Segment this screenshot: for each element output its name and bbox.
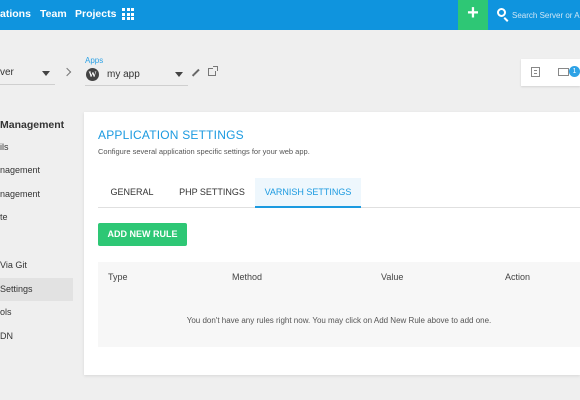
apps-label: Apps	[85, 56, 104, 65]
tab-varnish-settings[interactable]: VARNISH SETTINGS	[255, 178, 361, 208]
top-navbar: ations Team Projects +	[0, 0, 580, 30]
column-header-value: Value	[381, 272, 404, 282]
tab-php-settings[interactable]: PHP SETTINGS	[172, 178, 252, 208]
wordpress-icon: W	[86, 68, 99, 81]
app-select[interactable]: W my app	[85, 66, 188, 86]
chevron-down-icon	[42, 71, 50, 76]
page-subtitle: Configure several application specific s…	[98, 147, 310, 156]
apps-grid-icon[interactable]	[122, 8, 134, 20]
column-header-type: Type	[108, 272, 128, 282]
sidebar-item-details[interactable]: ils	[0, 136, 73, 159]
server-select-value: ver	[0, 67, 14, 78]
server-select[interactable]: ver	[0, 63, 55, 85]
column-header-method: Method	[232, 272, 263, 282]
view-toggle-box: 1	[521, 59, 580, 86]
search-icon	[497, 8, 506, 17]
application-settings-card: APPLICATION SETTINGS Configure several a…	[84, 112, 580, 375]
sidebar-item-cdn[interactable]: DN	[0, 325, 73, 348]
external-link-icon[interactable]	[208, 66, 218, 76]
tab-general[interactable]: GENERAL	[98, 178, 166, 208]
chevron-right-icon	[62, 67, 72, 77]
add-button[interactable]: +	[458, 0, 488, 30]
list-icon[interactable]	[531, 67, 540, 77]
sidebar-item-access-management[interactable]: nagement	[0, 159, 73, 182]
sidebar-item-deployment-via-git[interactable]: Via Git	[0, 254, 73, 277]
nav-applications[interactable]: ations	[0, 0, 31, 30]
empty-table-message: You don't have any rules right now. You …	[186, 316, 492, 325]
page-title: APPLICATION SETTINGS	[98, 128, 244, 142]
notification-badge: 1	[569, 66, 580, 77]
chevron-down-icon	[175, 72, 183, 77]
sidebar-item-tools[interactable]: ols	[0, 301, 73, 324]
app-select-value: my app	[107, 69, 140, 80]
column-header-action: Action	[505, 272, 531, 282]
settings-tabs: GENERAL PHP SETTINGS VARNISH SETTINGS	[98, 178, 580, 208]
nav-team[interactable]: Team	[40, 0, 67, 30]
sidebar-heading: Management	[0, 119, 65, 131]
add-new-rule-button[interactable]: ADD NEW RULE	[98, 223, 187, 246]
search-box	[488, 0, 580, 30]
sidebar: Management ils nagement nagement te Via …	[0, 112, 73, 352]
nav-projects[interactable]: Projects	[75, 0, 116, 30]
sidebar-item-application-settings[interactable]: Settings	[0, 278, 73, 301]
pencil-icon[interactable]	[193, 68, 200, 76]
folder-icon[interactable]	[558, 68, 569, 76]
sidebar-item-domain-management[interactable]: nagement	[0, 183, 73, 206]
rules-table: Type Method Value Action You don't have …	[98, 262, 580, 347]
search-input[interactable]	[512, 7, 580, 23]
sidebar-item-ssl-certificate[interactable]: te	[0, 206, 73, 229]
